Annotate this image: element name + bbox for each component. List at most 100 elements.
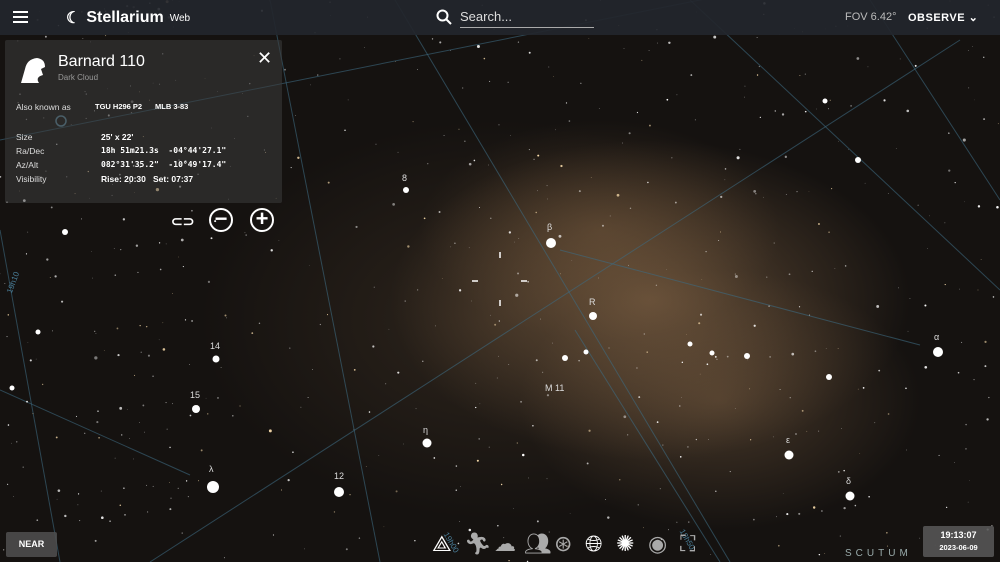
star [977, 289, 979, 291]
star [140, 351, 142, 353]
star [488, 446, 490, 448]
star [671, 157, 673, 159]
star [373, 286, 375, 288]
night-mode-eye-icon[interactable]: ◉ [648, 530, 667, 558]
landscape-icon[interactable]: 👥︎ [524, 530, 552, 558]
star [781, 113, 785, 116]
star [317, 74, 319, 76]
star [929, 215, 930, 217]
star [268, 429, 272, 433]
star [77, 504, 79, 506]
star [816, 108, 817, 110]
constellation-art-icon[interactable]: 🏃︎ [464, 530, 492, 558]
star [666, 98, 669, 101]
star [26, 400, 28, 403]
link-icon[interactable]: ⊂⊃ [171, 213, 194, 230]
star [244, 232, 246, 234]
star [988, 396, 990, 399]
azimuthal-grid-icon[interactable]: ⊛ [554, 530, 572, 558]
star [736, 156, 740, 160]
bright-star [62, 229, 68, 235]
zoom-out-button[interactable]: − [209, 208, 233, 232]
star [383, 526, 385, 528]
star [462, 87, 464, 89]
star [120, 249, 122, 251]
bright-star [855, 157, 861, 163]
star [7, 483, 9, 485]
star [980, 259, 982, 260]
star [806, 430, 808, 432]
star [159, 268, 162, 271]
star [636, 111, 639, 114]
star [197, 480, 200, 482]
star [983, 118, 986, 120]
star [698, 322, 701, 325]
search-input[interactable] [460, 6, 594, 28]
star [718, 240, 720, 241]
star [969, 479, 970, 481]
star-label: 14 [210, 341, 221, 351]
star [824, 553, 826, 554]
star [874, 422, 876, 424]
star [139, 422, 141, 423]
star-label: α [934, 332, 940, 342]
star [972, 46, 973, 48]
deep-sky-icon[interactable]: ✺ [616, 530, 634, 558]
star [944, 222, 946, 224]
star [126, 409, 128, 410]
star [734, 408, 736, 409]
star [500, 483, 503, 486]
star [992, 296, 995, 298]
grid-line [269, 0, 381, 562]
star [353, 368, 356, 371]
star [837, 471, 840, 473]
star [507, 81, 509, 83]
star [714, 355, 717, 358]
star [656, 42, 658, 44]
star [964, 201, 965, 203]
star [455, 465, 458, 467]
bright-star [583, 349, 589, 355]
star [637, 504, 639, 506]
azalt-value: 082°31'35.2" -10°49'17.4" [101, 160, 227, 169]
observe-button[interactable]: OBSERVE ⌄ [908, 11, 978, 24]
star [35, 358, 37, 360]
star [181, 532, 183, 534]
star [513, 508, 514, 509]
star [407, 245, 410, 248]
star [217, 397, 219, 399]
star [996, 205, 999, 209]
constellation-name: SCUTUM [845, 548, 912, 559]
star [431, 38, 434, 40]
menu-icon[interactable] [13, 11, 28, 23]
star [598, 277, 599, 279]
star [468, 247, 470, 249]
star [187, 496, 189, 498]
moon-logo-icon: ☾ [66, 10, 81, 27]
near-button[interactable]: NEAR [6, 532, 57, 557]
star [789, 397, 791, 399]
star [245, 234, 247, 236]
bright-star [207, 481, 219, 493]
star [441, 278, 443, 279]
search-icon[interactable] [436, 9, 452, 25]
star [139, 324, 141, 327]
star [121, 434, 123, 436]
star [546, 478, 548, 480]
constellation-lines-icon[interactable]: ⟁ [432, 530, 452, 558]
star [189, 364, 190, 365]
star [607, 516, 610, 519]
star [489, 80, 491, 82]
star [756, 74, 759, 76]
date-time-button[interactable]: 19:13:07 2023-06-09 [923, 526, 994, 557]
fullscreen-icon[interactable]: ⛶ [680, 530, 695, 558]
star [655, 284, 658, 286]
star [307, 396, 309, 398]
equatorial-grid-icon[interactable]: 🌐︎ [585, 530, 603, 558]
star [786, 513, 789, 516]
star [345, 548, 348, 551]
close-icon[interactable]: ✕ [257, 48, 272, 69]
zoom-in-button[interactable]: + [250, 208, 274, 232]
atmosphere-icon[interactable]: ☁ [494, 530, 516, 558]
star [304, 548, 305, 550]
